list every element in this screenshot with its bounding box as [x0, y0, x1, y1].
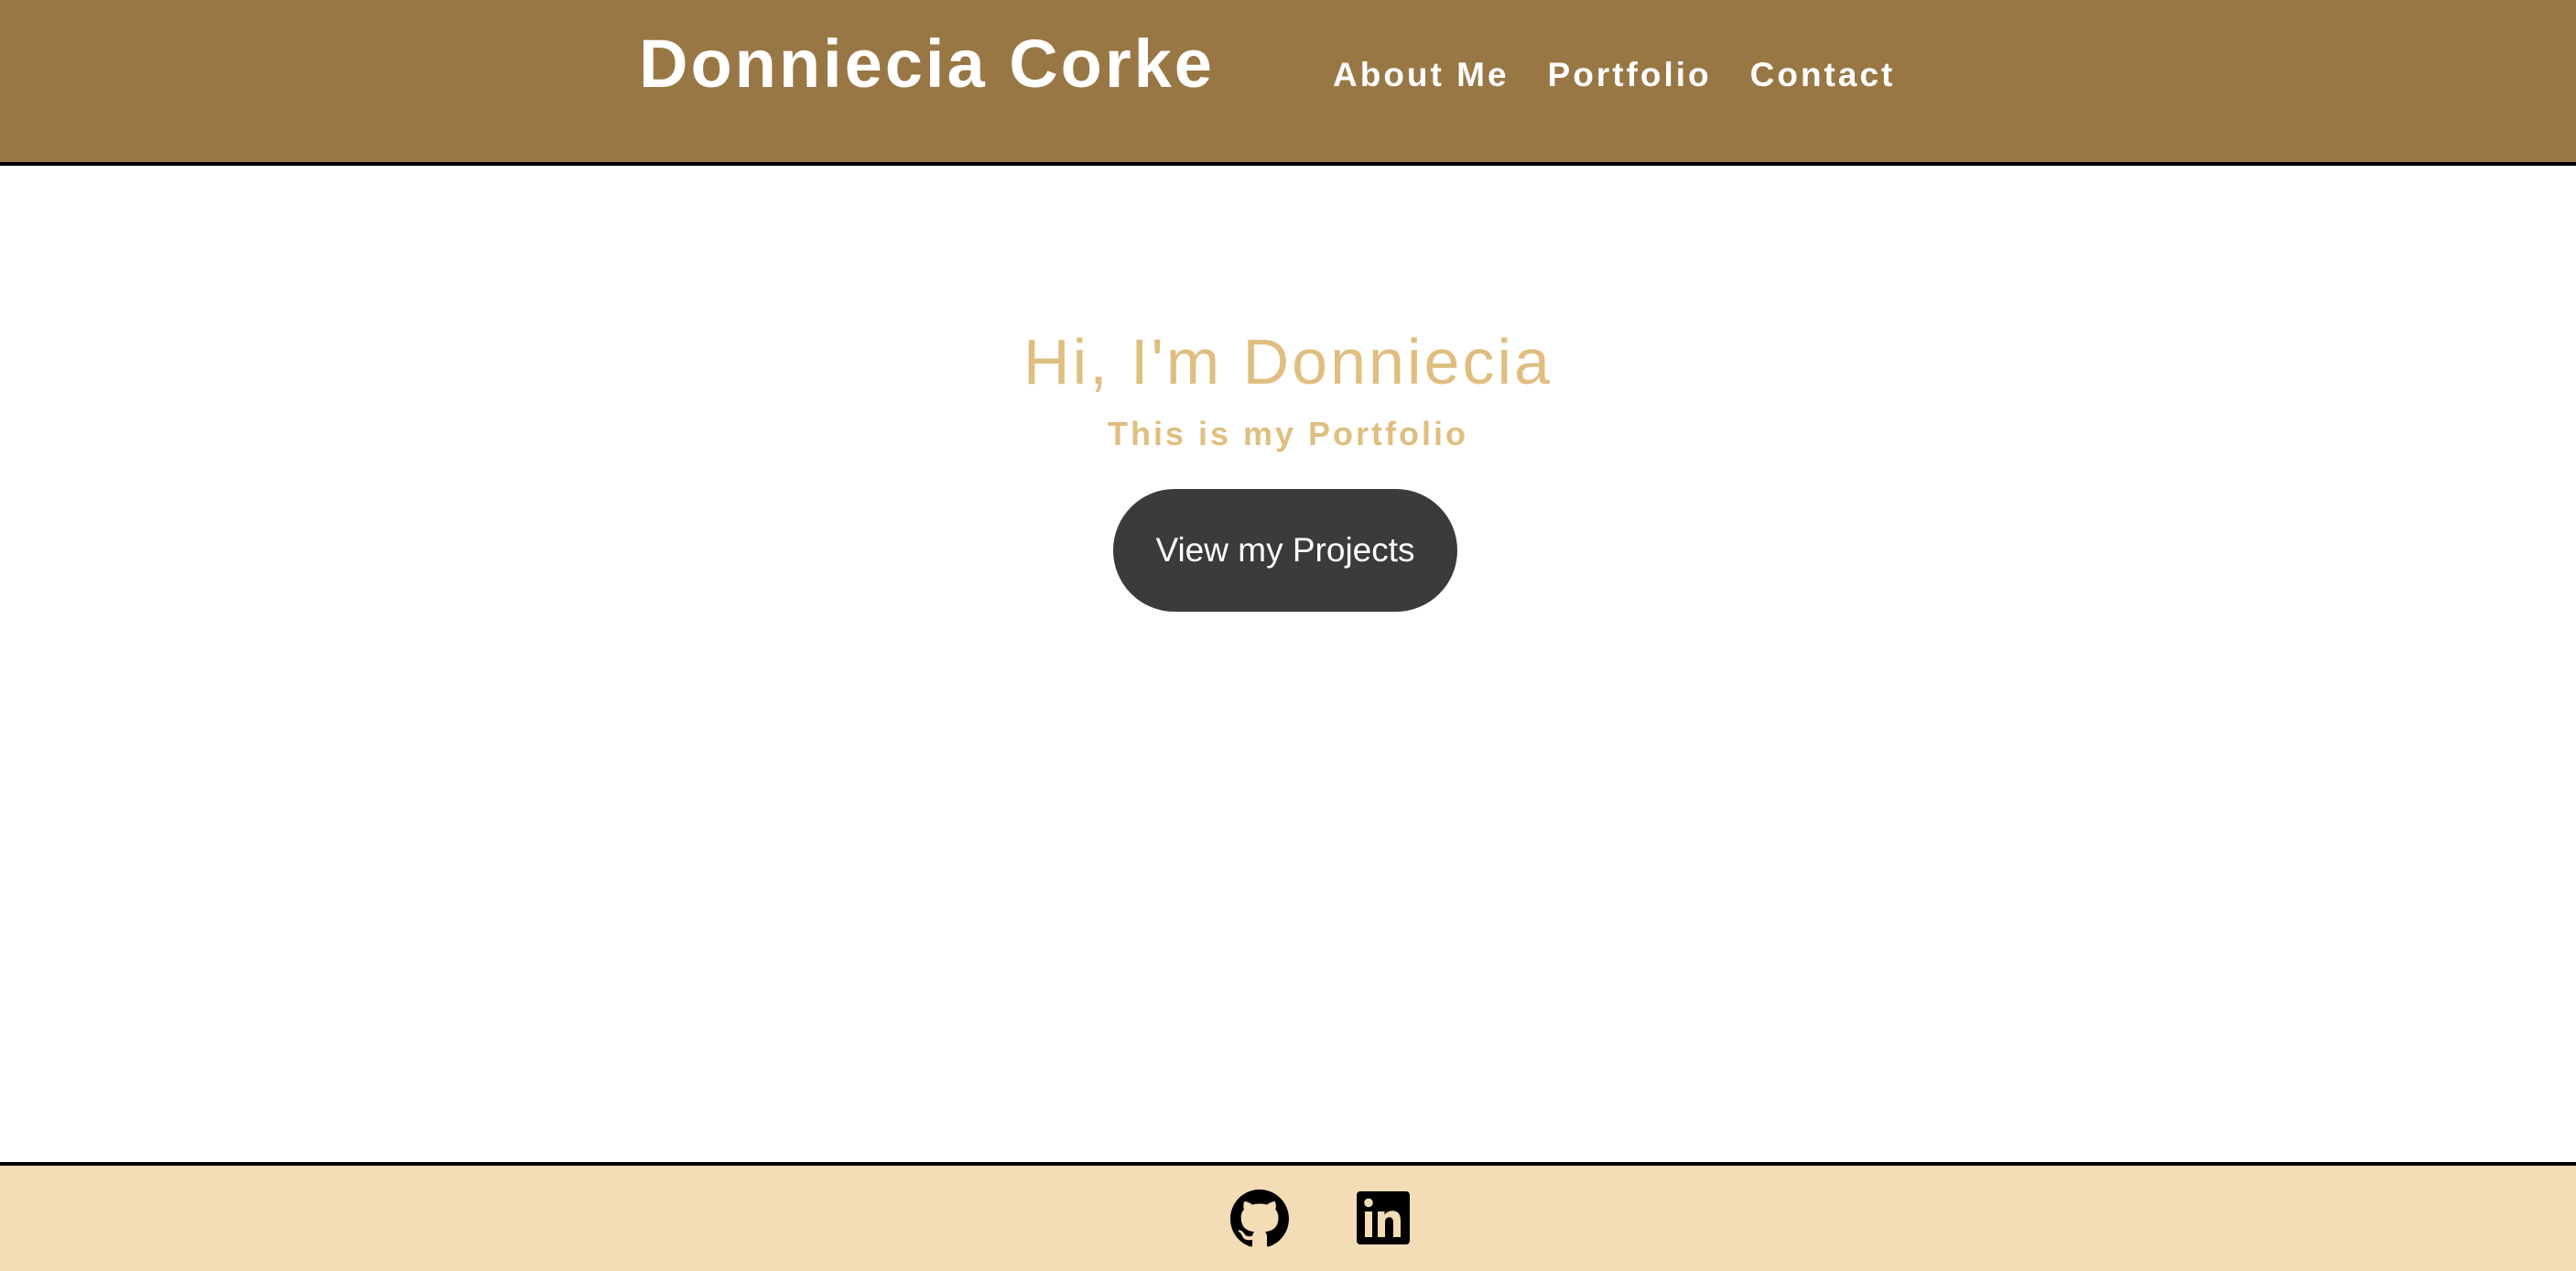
linkedin-link[interactable]: [1355, 1190, 1413, 1248]
site-title[interactable]: Donniecia Corke: [639, 26, 1215, 103]
view-projects-button[interactable]: View my Projects: [1113, 489, 1457, 612]
github-link[interactable]: [1230, 1190, 1289, 1248]
page: Donniecia Corke About Me Portfolio Conta…: [0, 0, 2576, 1271]
hero-heading: Hi, I'm Donniecia: [1023, 326, 1553, 397]
linkedin-icon: [1357, 1191, 1410, 1244]
nav-link-contact[interactable]: Contact: [1750, 53, 1896, 97]
site-footer: [0, 1162, 2576, 1271]
nav-link-about-me[interactable]: About Me: [1333, 53, 1510, 97]
hero-section: Hi, I'm Donniecia This is my Portfolio V…: [0, 166, 2576, 1162]
hero-subheading: This is my Portfolio: [1107, 415, 1469, 452]
nav-link-portfolio[interactable]: Portfolio: [1548, 53, 1712, 97]
main-nav: About Me Portfolio Contact: [1333, 53, 1895, 97]
github-icon: [1230, 1190, 1289, 1247]
site-header: Donniecia Corke About Me Portfolio Conta…: [0, 0, 2576, 166]
